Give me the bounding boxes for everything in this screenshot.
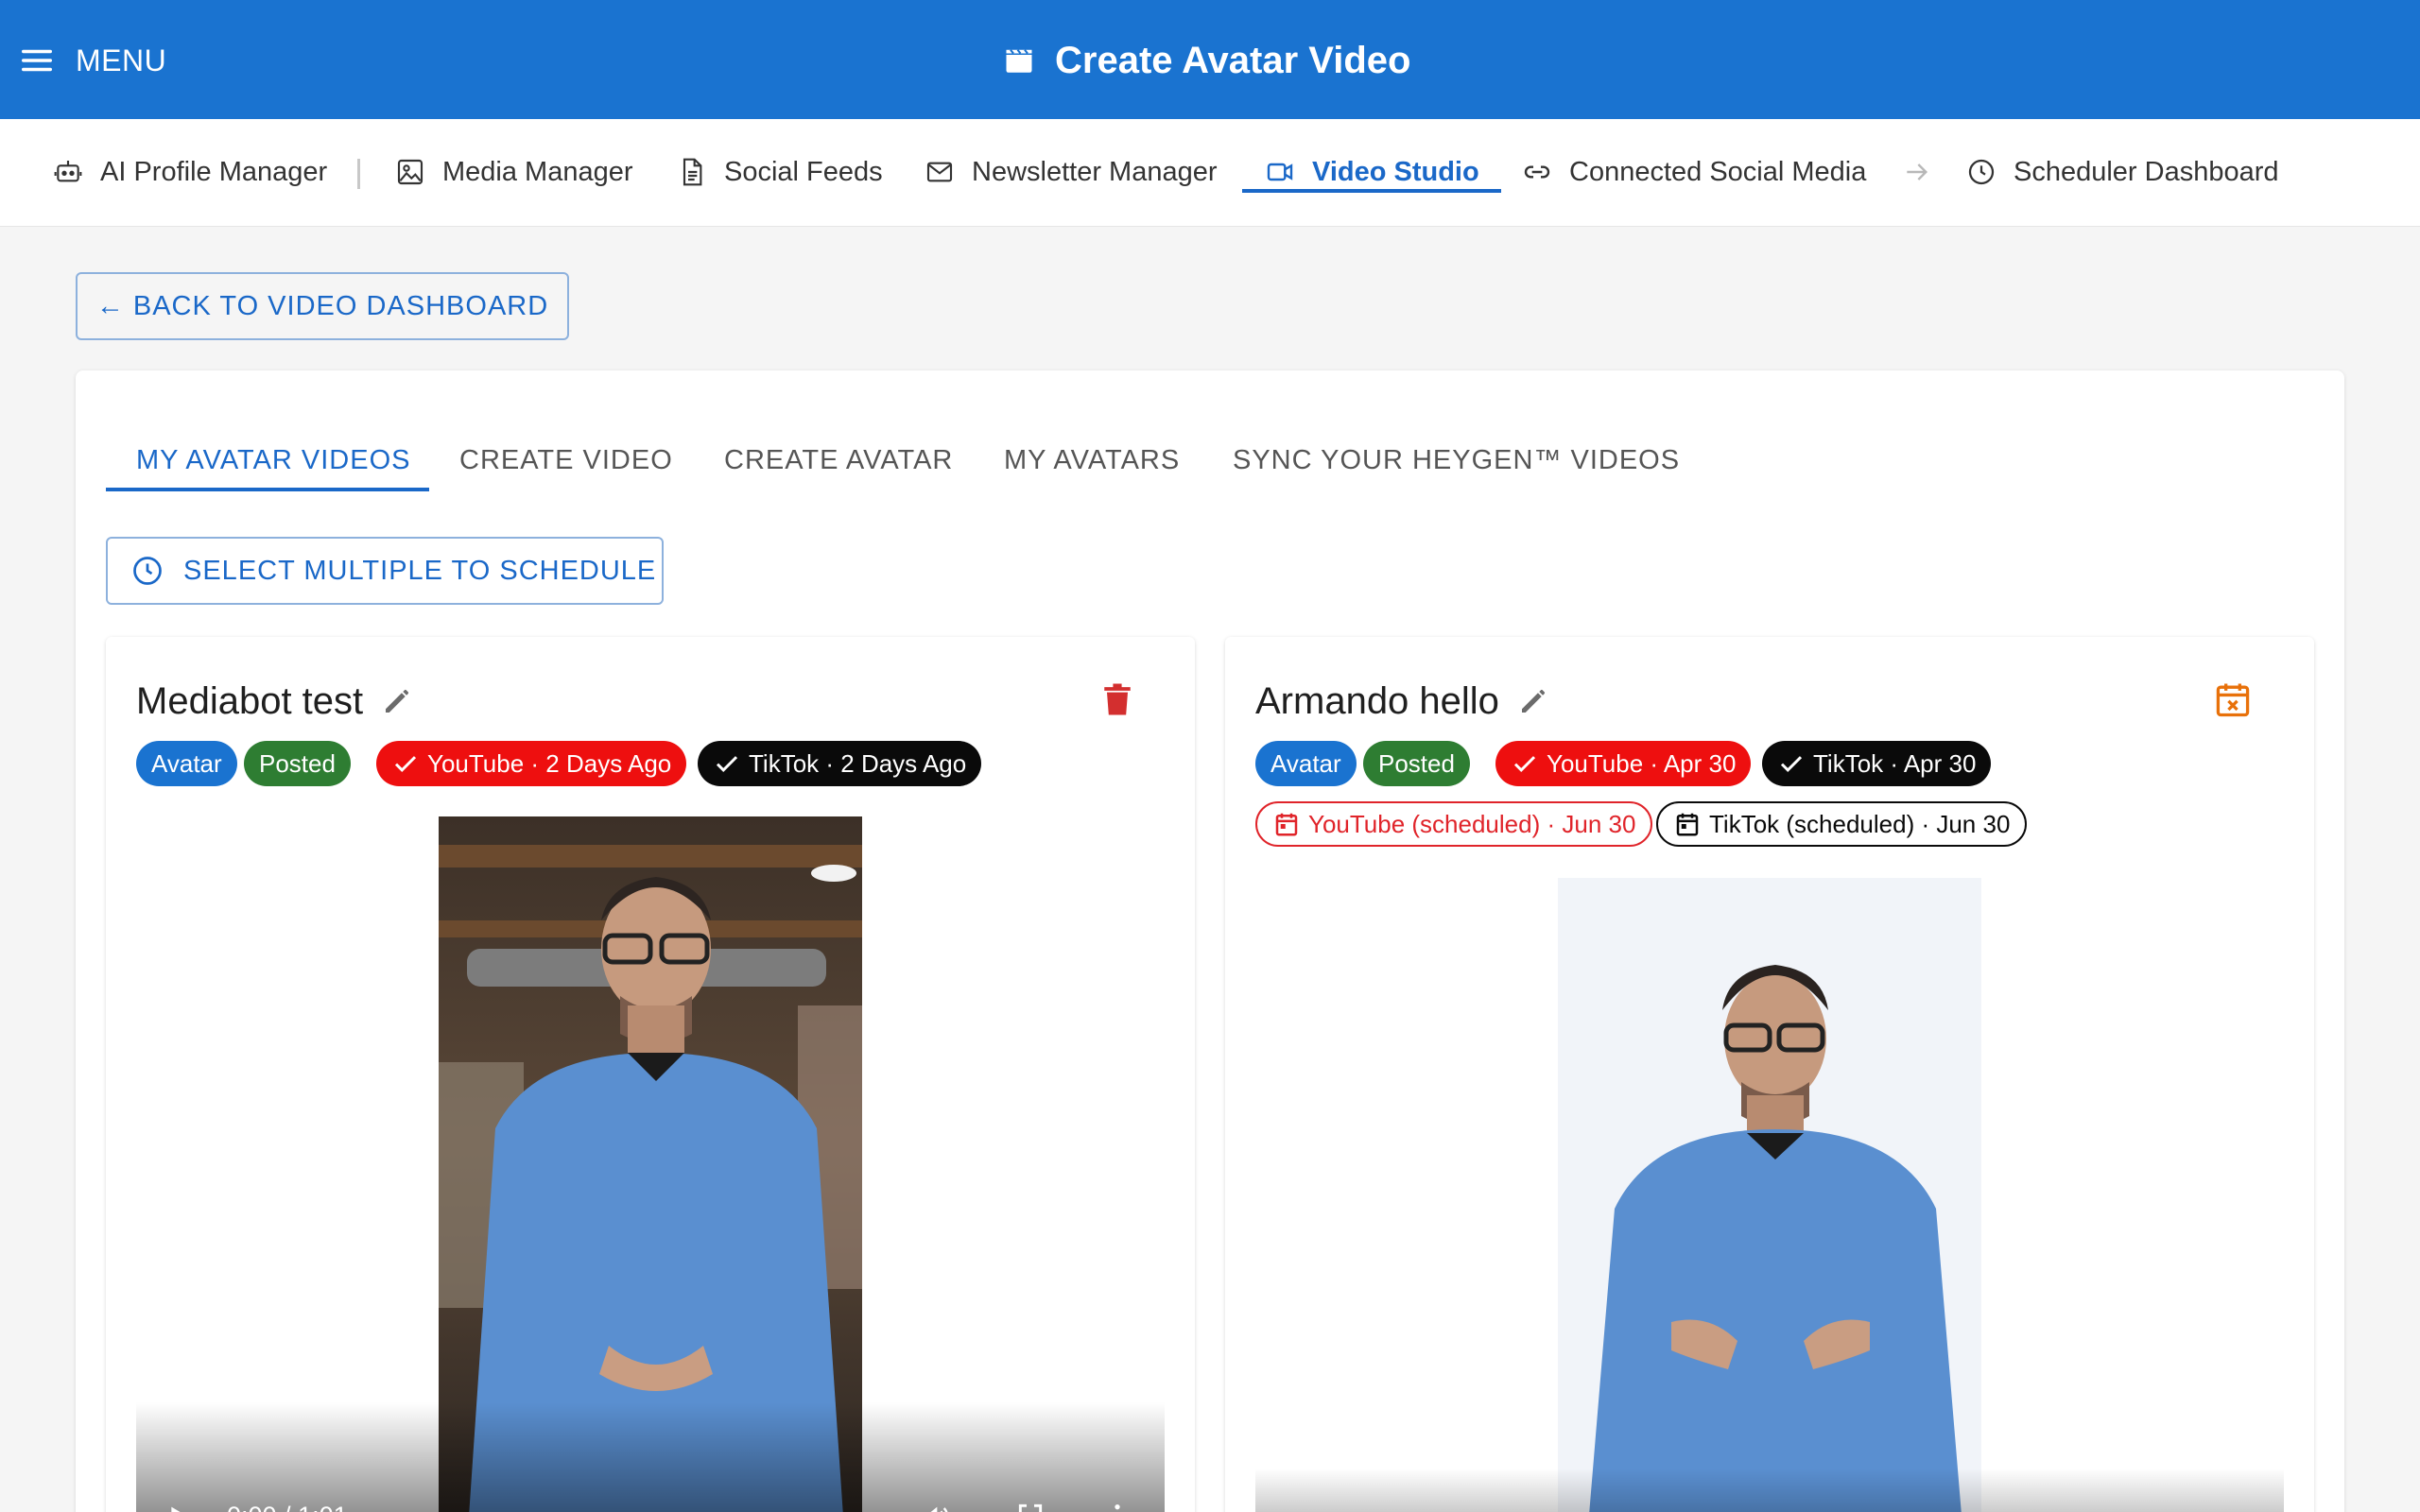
check-icon <box>394 756 417 772</box>
fullscreen-button[interactable] <box>1015 1497 1046 1512</box>
chip-label: YouTube (scheduled) · Jun 30 <box>1308 809 1636 838</box>
youtube-posted-badge: YouTube · Apr 30 <box>1495 741 1752 786</box>
posted-badge: Posted <box>244 741 351 786</box>
tab-label: SYNC YOUR HEYGEN™ VIDEOS <box>1233 444 1681 475</box>
edit-pencil-icon[interactable] <box>380 684 414 718</box>
tab-my-avatars[interactable]: MY AVATARS <box>1004 427 1180 493</box>
video-card: Mediabot test Avatar Posted YouTube · 2 … <box>106 637 1195 1512</box>
tab-create-video[interactable]: CREATE VIDEO <box>459 427 673 493</box>
document-icon <box>683 158 702 186</box>
back-button-label: ← BACK TO VIDEO DASHBOARD <box>95 290 549 321</box>
tiktok-posted-badge: TikTok · Apr 30 <box>1762 741 1992 786</box>
nav-item-scheduler-dashboard[interactable]: Scheduler Dashboard <box>1966 147 2279 197</box>
youtube-posted-badge: YouTube · 2 Days Ago <box>376 741 687 786</box>
video-title: Mediabot test <box>136 675 414 728</box>
nav-divider <box>357 159 360 189</box>
tiktok-scheduled-badge: TikTok (scheduled) · Jun 30 <box>1656 801 2028 847</box>
chip-label: Posted <box>1378 748 1455 778</box>
robot-icon <box>54 161 82 182</box>
arrow-right-icon <box>1907 163 1928 180</box>
chip-label: Avatar <box>1270 748 1341 778</box>
playback-time: 0:00 / 1:01 <box>227 1497 348 1512</box>
clock-icon <box>1968 159 1995 185</box>
avatar-badge: Avatar <box>136 741 237 786</box>
nav-item-social-feeds[interactable]: Social Feeds <box>677 147 883 197</box>
page-title: Create Avatar Video <box>1002 34 1410 87</box>
edit-pencil-icon[interactable] <box>1516 684 1550 718</box>
mail-icon <box>926 162 953 182</box>
tab-label: MY AVATARS <box>1004 444 1181 475</box>
play-icon <box>171 1506 181 1512</box>
chip-label: Posted <box>259 748 336 778</box>
chip-label: YouTube · Apr 30 <box>1547 748 1737 778</box>
fullscreen-icon <box>1018 1503 1043 1512</box>
menu-button[interactable]: MENU <box>19 36 166 85</box>
calendar-icon <box>1275 813 1298 836</box>
nav-label: Scheduler Dashboard <box>2014 156 2279 187</box>
check-icon <box>1513 756 1536 772</box>
time-display: 0:00 / 1:01 <box>227 1502 348 1512</box>
nav-item-media-manager[interactable]: Media Manager <box>395 147 633 197</box>
tiktok-posted-badge: TikTok · 2 Days Ago <box>698 741 982 786</box>
chip-label: TikTok · 2 Days Ago <box>749 748 967 778</box>
nav-label: Social Feeds <box>724 156 883 187</box>
nav-item-connected-social-media[interactable]: Connected Social Media <box>1522 147 1866 197</box>
image-icon <box>397 159 424 185</box>
play-button[interactable] <box>163 1497 193 1512</box>
link-icon <box>1524 165 1550 179</box>
tab-my-avatar-videos[interactable]: MY AVATAR VIDEOS <box>136 427 411 493</box>
menu-label: MENU <box>76 43 167 77</box>
top-app-bar: MENU Create Avatar Video <box>0 0 2420 119</box>
section-nav: AI Profile Manager Media Manager Social … <box>0 119 2420 227</box>
active-nav-indicator <box>1242 189 1501 193</box>
more-vertical-icon <box>1115 1504 1120 1510</box>
avatar-videos-panel: MY AVATAR VIDEOS CREATE VIDEO CREATE AVA… <box>76 370 2344 1512</box>
video-title: Armando hello <box>1255 675 1550 728</box>
video-title-text: Mediabot test <box>136 679 364 722</box>
tab-label: MY AVATAR VIDEOS <box>136 444 411 475</box>
check-icon <box>1780 756 1803 772</box>
hamburger-icon <box>22 49 52 72</box>
tab-label: CREATE VIDEO <box>459 444 673 475</box>
video-frame-studio-avatar <box>1558 878 1981 1512</box>
nav-item-ai-profile-manager[interactable]: AI Profile Manager <box>53 147 327 197</box>
posted-badge: Posted <box>1363 741 1470 786</box>
nav-label: Video Studio <box>1312 156 1479 187</box>
active-tab-indicator <box>106 488 429 491</box>
nav-label: Media Manager <box>442 156 633 187</box>
chip-label: TikTok · Apr 30 <box>1813 748 1977 778</box>
tab-label: CREATE AVATAR <box>724 444 954 475</box>
video-title-text: Armando hello <box>1255 679 1499 722</box>
trash-icon[interactable] <box>1097 677 1138 722</box>
video-controls <box>1255 1469 2284 1512</box>
tab-create-avatar[interactable]: CREATE AVATAR <box>724 427 953 493</box>
clock-icon <box>133 557 162 585</box>
select-multiple-to-schedule-button[interactable]: SELECT MULTIPLE TO SCHEDULE <box>106 537 664 605</box>
nav-item-newsletter-manager[interactable]: Newsletter Manager <box>925 147 1218 197</box>
avatar-badge: Avatar <box>1255 741 1357 786</box>
chip-label: Avatar <box>151 748 222 778</box>
video-card: Armando hello Avatar Posted YouTube · Ap… <box>1225 637 2314 1512</box>
tab-sync-heygen-videos[interactable]: SYNC YOUR HEYGEN™ VIDEOS <box>1233 427 1680 493</box>
calendar-cancel-icon[interactable] <box>2212 677 2254 722</box>
video-player[interactable] <box>1255 878 2284 1512</box>
youtube-scheduled-badge: YouTube (scheduled) · Jun 30 <box>1255 801 1653 847</box>
schedule-button-label: SELECT MULTIPLE TO SCHEDULE <box>183 555 657 586</box>
video-player[interactable]: 0:00 / 1:01 <box>136 816 1165 1512</box>
nav-label: AI Profile Manager <box>100 156 328 187</box>
chip-label: TikTok (scheduled) · Jun 30 <box>1709 809 2011 838</box>
nav-label: Newsletter Manager <box>972 156 1218 187</box>
back-to-video-dashboard-button[interactable]: ← BACK TO VIDEO DASHBOARD <box>76 272 569 340</box>
calendar-icon <box>1676 813 1699 836</box>
clapperboard-icon <box>1006 49 1032 73</box>
page-title-text: Create Avatar Video <box>1055 39 1411 81</box>
volume-button[interactable] <box>921 1497 951 1512</box>
volume-icon <box>925 1506 948 1512</box>
check-icon <box>716 756 738 772</box>
chip-label: YouTube · 2 Days Ago <box>427 748 672 778</box>
video-camera-icon <box>1267 163 1293 181</box>
nav-label: Connected Social Media <box>1569 156 1867 187</box>
more-options-button[interactable] <box>1102 1497 1132 1512</box>
video-controls: 0:00 / 1:01 <box>136 1402 1165 1512</box>
